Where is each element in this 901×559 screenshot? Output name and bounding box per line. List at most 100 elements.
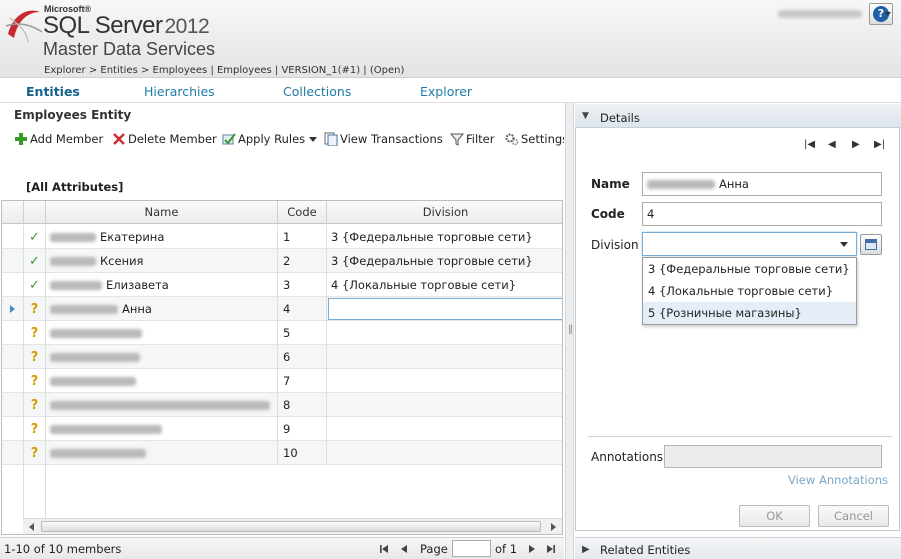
last-record-icon[interactable]: ▶|	[874, 139, 885, 150]
details-panel-header[interactable]: ▼ Details	[575, 104, 901, 128]
row-selector[interactable]	[2, 417, 24, 441]
scroll-thumb[interactable]	[41, 521, 541, 532]
code-cell[interactable]: 8	[278, 393, 327, 417]
row-selector[interactable]	[2, 441, 24, 465]
attribute-group-label[interactable]: [All Attributes]	[26, 180, 123, 194]
table-row[interactable]: ✓ Ксения 2 3 {Федеральные торговые сети}	[2, 249, 562, 273]
add-member-button[interactable]: Add Member	[14, 130, 103, 148]
tab-hierarchies[interactable]: Hierarchies	[144, 84, 215, 99]
tab-entities[interactable]: Entities	[26, 84, 80, 99]
division-cell[interactable]	[327, 441, 562, 465]
related-entities-header[interactable]: ▶ Related Entities	[575, 537, 901, 559]
division-cell[interactable]	[327, 345, 562, 369]
row-selector[interactable]	[2, 249, 24, 273]
first-record-icon[interactable]: |◀	[804, 139, 815, 150]
filter-icon	[450, 133, 464, 146]
ok-button[interactable]: OK	[739, 505, 810, 527]
division-cell[interactable]	[327, 417, 562, 441]
horizontal-scrollbar[interactable]	[23, 518, 562, 534]
last-page-icon[interactable]	[545, 543, 557, 555]
cancel-button[interactable]: Cancel	[818, 505, 889, 527]
row-selector[interactable]	[2, 273, 24, 297]
view-transactions-button[interactable]: View Transactions	[324, 130, 443, 148]
name-field[interactable]: Анна	[642, 172, 882, 196]
code-cell[interactable]: 5	[278, 321, 327, 345]
view-annotations-link[interactable]: View Annotations	[788, 473, 888, 487]
row-selector[interactable]	[2, 369, 24, 393]
name-cell[interactable]	[46, 441, 278, 465]
apply-rules-button[interactable]: Apply Rules	[222, 130, 318, 148]
division-cell[interactable]	[327, 369, 562, 393]
tab-collections[interactable]: Collections	[283, 84, 351, 99]
name-cell[interactable]: Анна	[46, 297, 278, 321]
table-row[interactable]: ? 7	[2, 369, 562, 393]
help-button[interactable]: ?	[869, 3, 893, 25]
col-code[interactable]: Code	[278, 201, 327, 224]
code-cell[interactable]: 10	[278, 441, 327, 465]
tab-explorer[interactable]: Explorer	[420, 84, 472, 99]
code-cell[interactable]: 1	[278, 225, 327, 249]
previous-record-icon[interactable]: ◀	[828, 139, 836, 150]
name-cell[interactable]: Елизавета	[46, 273, 278, 297]
row-selector[interactable]	[2, 345, 24, 369]
table-row[interactable]: ✓ Елизавета 3 4 {Локальные торговые сети…	[2, 273, 562, 297]
division-edit-cell[interactable]	[328, 298, 562, 320]
name-cell[interactable]	[46, 321, 278, 345]
division-cell[interactable]: 3 {Федеральные торговые сети}	[327, 225, 562, 249]
settings-button[interactable]: Settings	[505, 130, 564, 148]
table-row[interactable]: ? 9	[2, 417, 562, 441]
filter-button[interactable]: Filter	[450, 130, 494, 148]
row-selector[interactable]	[2, 321, 24, 345]
table-row-selected[interactable]: ? Анна 4	[2, 297, 562, 321]
open-entity-button[interactable]	[860, 234, 882, 255]
name-cell[interactable]: Ксения	[46, 249, 278, 273]
scroll-right-icon[interactable]	[551, 523, 556, 531]
table-row[interactable]: ? 8	[2, 393, 562, 417]
dropdown-option[interactable]: 4 {Локальные торговые сети}	[643, 280, 856, 302]
row-selector[interactable]	[2, 297, 24, 321]
table-row[interactable]: ? 6	[2, 345, 562, 369]
apply-rules-dropdown-icon[interactable]	[309, 136, 318, 142]
division-cell[interactable]	[327, 321, 562, 345]
col-division[interactable]: Division	[327, 201, 562, 224]
splitter-grip-icon[interactable]: ‖	[568, 325, 573, 335]
scroll-left-icon[interactable]	[29, 523, 34, 531]
division-cell[interactable]: 4 {Локальные торговые сети}	[327, 273, 562, 297]
code-cell[interactable]: 7	[278, 369, 327, 393]
row-selector[interactable]	[2, 225, 24, 249]
table-row[interactable]: ? 5	[2, 321, 562, 345]
dropdown-option-highlighted[interactable]: 5 {Розничные магазины}	[643, 302, 856, 324]
code-cell[interactable]: 6	[278, 345, 327, 369]
row-selector[interactable]	[2, 393, 24, 417]
code-cell[interactable]: 9	[278, 417, 327, 441]
code-field[interactable]: 4	[642, 202, 882, 226]
name-cell[interactable]	[46, 417, 278, 441]
table-row[interactable]: ✓ Екатерина 1 3 {Федеральные торговые се…	[2, 225, 562, 249]
division-cell[interactable]: 3 {Федеральные торговые сети}	[327, 249, 562, 273]
col-name[interactable]: Name	[46, 201, 278, 224]
previous-page-icon[interactable]	[398, 543, 410, 555]
division-cell[interactable]	[327, 393, 562, 417]
chevron-down-icon[interactable]	[840, 242, 848, 247]
next-record-icon[interactable]: ▶	[852, 139, 860, 150]
code-cell[interactable]: 3	[278, 273, 327, 297]
name-cell[interactable]	[46, 369, 278, 393]
name-cell[interactable]: Екатерина	[46, 225, 278, 249]
name-cell[interactable]	[46, 393, 278, 417]
delete-member-button[interactable]: Delete Member	[112, 130, 217, 148]
name-cell[interactable]	[46, 345, 278, 369]
dropdown-option[interactable]: 3 {Федеральные торговые сети}	[643, 258, 856, 280]
collapse-chevron-icon[interactable]: ▼	[582, 111, 589, 121]
pane-splitter[interactable]: ‖	[565, 103, 574, 559]
redacted-surname	[50, 257, 96, 266]
code-cell[interactable]: 2	[278, 249, 327, 273]
expand-chevron-icon[interactable]: ▶	[582, 544, 590, 555]
redacted-surname	[647, 180, 715, 189]
first-page-icon[interactable]	[378, 543, 390, 555]
annotations-field[interactable]	[664, 445, 882, 468]
table-row[interactable]: ? 10	[2, 441, 562, 465]
page-number-input[interactable]	[452, 540, 491, 557]
division-combobox[interactable]	[642, 232, 857, 256]
code-cell[interactable]: 4	[278, 297, 327, 321]
next-page-icon[interactable]	[526, 543, 538, 555]
